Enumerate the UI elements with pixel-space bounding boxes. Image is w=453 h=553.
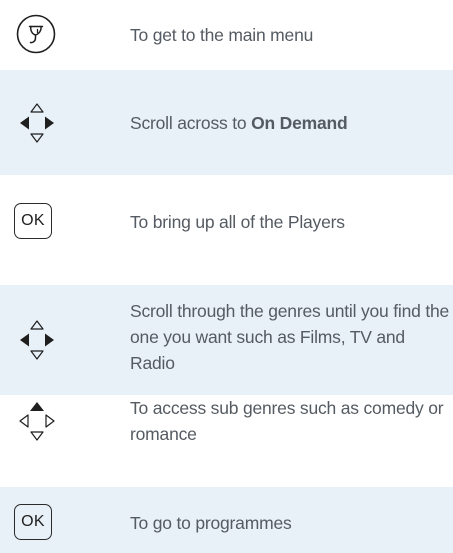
instruction-row-sub-genres: To access sub genres such as comedy or r… (0, 395, 453, 487)
emphasis-label: On Demand (251, 113, 348, 133)
instruction-row-programmes: OK To go to programmes (0, 487, 453, 553)
instruction-row-players: OK To bring up all of the Players (0, 175, 453, 285)
instruction-text: To access sub genres such as comedy or r… (130, 398, 444, 444)
instruction-row-on-demand: Scroll across to On Demand (0, 70, 453, 175)
remote-instructions-panel: To get to the main menu Scroll across to… (0, 0, 453, 553)
instruction-text: To go to programmes (130, 513, 292, 533)
instruction-text: To bring up all of the Players (130, 212, 345, 232)
instruction-text: To get to the main menu (130, 25, 314, 45)
ok-button-icon: OK (14, 504, 52, 540)
instruction-text: Scroll through the genres until you find… (130, 301, 450, 373)
instruction-row-genres: Scroll through the genres until you find… (0, 285, 453, 395)
instruction-row-main-menu: To get to the main menu (0, 0, 453, 70)
sky-home-button-icon (16, 14, 56, 54)
dpad-left-right-icon (20, 103, 54, 143)
dpad-up-icon (19, 402, 55, 441)
dpad-left-right-icon (20, 320, 54, 360)
ok-button-icon: OK (14, 203, 52, 239)
instruction-text: Scroll across to On Demand (130, 113, 348, 133)
